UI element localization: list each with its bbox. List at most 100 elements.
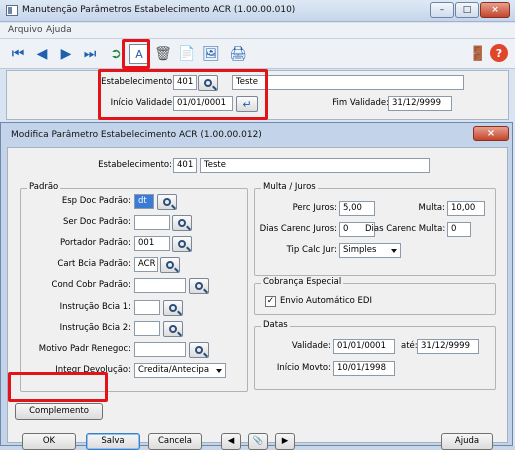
motivo-search-button[interactable]: [189, 342, 209, 358]
cobranca-especial-legend: Cobrança Especial: [261, 277, 344, 287]
esp-doc-label: Esp Doc Padrão:: [61, 196, 131, 206]
view-icon[interactable]: 🖼: [201, 44, 221, 64]
validade-to-field[interactable]: 31/12/9999: [417, 339, 479, 354]
cart-bcia-field[interactable]: ACR: [134, 257, 158, 272]
search-icon: [195, 346, 203, 354]
delete-icon[interactable]: 🗑: [153, 44, 173, 64]
esp-doc-search-button[interactable]: [157, 194, 177, 210]
dlg-estabelecimento-name: Teste: [200, 158, 430, 173]
multa-label: Multa:: [418, 203, 446, 213]
esp-doc-field[interactable]: dt: [134, 194, 154, 209]
toolbar: ⏮ ◀ ▶ ⏭ ➲ A 🗑 📄 🖼 🖨 🚪 ?: [0, 39, 515, 69]
modify-dialog: Modifica Parâmetro Estabelecimento ACR (…: [0, 122, 513, 450]
tip-calc-jur-label: Tip Calc Jur:: [286, 245, 337, 255]
portador-label: Portador Padrão:: [60, 238, 131, 248]
link-button[interactable]: 📎: [248, 433, 268, 450]
instr1-label: Instrução Bcia 1:: [59, 302, 131, 312]
cancela-button[interactable]: Cancela: [148, 433, 202, 450]
salva-button[interactable]: Salva: [86, 433, 140, 450]
chevron-down-icon: [216, 369, 222, 373]
dialog-title: Modifica Parâmetro Estabelecimento ACR (…: [11, 130, 262, 140]
fim-validade-label: Fim Validade:: [332, 98, 389, 108]
triangle-left-icon: ◀: [227, 436, 235, 446]
ok-button[interactable]: OK: [22, 433, 76, 450]
dias-carenc-multa-label: Dias Carenc Multa:: [365, 224, 446, 234]
motivo-label: Motivo Padr Renegoc:: [38, 344, 131, 354]
motivo-field[interactable]: [134, 342, 186, 357]
fim-validade-field[interactable]: 31/12/9999: [388, 96, 452, 111]
envio-edi-checkbox[interactable]: ✓: [265, 296, 276, 307]
ser-doc-search-button[interactable]: [172, 215, 192, 231]
search-icon: [169, 325, 177, 333]
multa-juros-legend: Multa / Juros: [261, 182, 318, 192]
chevron-down-icon: [391, 249, 397, 253]
perc-juros-field[interactable]: 5,00: [339, 201, 375, 216]
cond-cobr-label: Cond Cobr Padrão:: [51, 280, 131, 290]
next-record-icon[interactable]: ▶: [56, 44, 76, 64]
cond-cobr-field[interactable]: [134, 278, 186, 293]
menu-bar: Arquivo Ajuda: [0, 23, 515, 39]
cobranca-especial-group: Cobrança Especial ✓ Envio Automático EDI: [254, 277, 496, 315]
next-button[interactable]: ▶: [275, 433, 295, 450]
portador-field[interactable]: 001: [134, 236, 170, 251]
highlight-filter: [98, 69, 268, 120]
print-icon[interactable]: 🖨: [228, 44, 248, 64]
highlight-search-record: [122, 39, 150, 69]
triangle-right-icon: ▶: [281, 436, 289, 446]
dias-carenc-multa-field[interactable]: 0: [447, 222, 471, 237]
datas-group: Datas Validade: 01/01/0001 até: 31/12/99…: [254, 320, 496, 390]
multa-juros-group: Multa / Juros Perc Juros: 5,00 Multa: 10…: [254, 182, 496, 276]
first-record-icon[interactable]: ⏮: [8, 44, 28, 64]
previous-record-icon[interactable]: ◀: [32, 44, 52, 64]
complemento-button[interactable]: Complemento: [15, 403, 103, 420]
dlg-estabelecimento-code[interactable]: 401: [173, 158, 197, 173]
inicio-movto-field[interactable]: 10/01/1998: [333, 361, 395, 376]
perc-juros-label: Perc Juros:: [292, 203, 337, 213]
ajuda-button[interactable]: Ajuda: [441, 433, 493, 450]
search-icon: [169, 304, 177, 312]
dialog-close-button[interactable]: ×: [473, 126, 509, 141]
instr2-label: Instrução Bcia 2:: [59, 323, 131, 333]
search-icon: [178, 240, 186, 248]
instr1-search-button[interactable]: [163, 300, 183, 316]
instr2-search-button[interactable]: [163, 321, 183, 337]
menu-ajuda[interactable]: Ajuda: [46, 25, 72, 35]
instr1-field[interactable]: [134, 300, 160, 315]
padrao-group: Padrão Esp Doc Padrão: dt Ser Doc Padrão…: [20, 182, 248, 392]
exit-door-icon[interactable]: 🚪: [468, 44, 488, 64]
tip-calc-jur-select[interactable]: Simples: [339, 243, 401, 258]
search-icon: [163, 198, 171, 206]
cart-bcia-label: Cart Bcia Padrão:: [57, 259, 131, 269]
padrao-legend: Padrão: [27, 182, 61, 192]
instr2-field[interactable]: [134, 321, 160, 336]
last-record-icon[interactable]: ⏭: [80, 44, 100, 64]
maximize-button[interactable]: □: [455, 2, 479, 18]
search-icon: [195, 282, 203, 290]
cart-bcia-search-button[interactable]: [160, 257, 180, 273]
minimize-button[interactable]: –: [430, 2, 454, 18]
validade-from-field[interactable]: 01/01/0001: [333, 339, 395, 354]
paperclip-icon: 📎: [252, 436, 264, 446]
previous-button[interactable]: ◀: [221, 433, 241, 450]
help-icon[interactable]: ?: [490, 44, 508, 62]
datas-legend: Datas: [261, 320, 290, 330]
envio-edi-label: Envio Automático EDI: [280, 296, 372, 306]
app-icon: [6, 5, 18, 16]
ser-doc-label: Ser Doc Padrão:: [62, 217, 131, 227]
ate-label: até:: [401, 341, 418, 351]
dlg-estabelecimento-label: Estabelecimento:: [98, 160, 172, 170]
cond-cobr-search-button[interactable]: [189, 278, 209, 294]
portador-search-button[interactable]: [172, 236, 192, 252]
ser-doc-field[interactable]: [134, 215, 170, 230]
new-document-icon[interactable]: 📄: [177, 44, 197, 64]
main-window-title: Manutenção Parâmetros Estabelecimento AC…: [22, 5, 296, 15]
validade-label: Validade:: [291, 341, 331, 351]
multa-field[interactable]: 10,00: [447, 201, 485, 216]
main-titlebar: Manutenção Parâmetros Estabelecimento AC…: [0, 0, 515, 22]
menu-arquivo[interactable]: Arquivo: [8, 25, 42, 35]
integr-devolucao-select[interactable]: Credita/Antecipa: [134, 363, 226, 378]
tip-calc-jur-value: Simples: [343, 245, 377, 255]
integr-devolucao-value: Credita/Antecipa: [138, 365, 210, 375]
close-button[interactable]: ×: [480, 2, 510, 18]
highlight-complemento: [8, 372, 108, 402]
